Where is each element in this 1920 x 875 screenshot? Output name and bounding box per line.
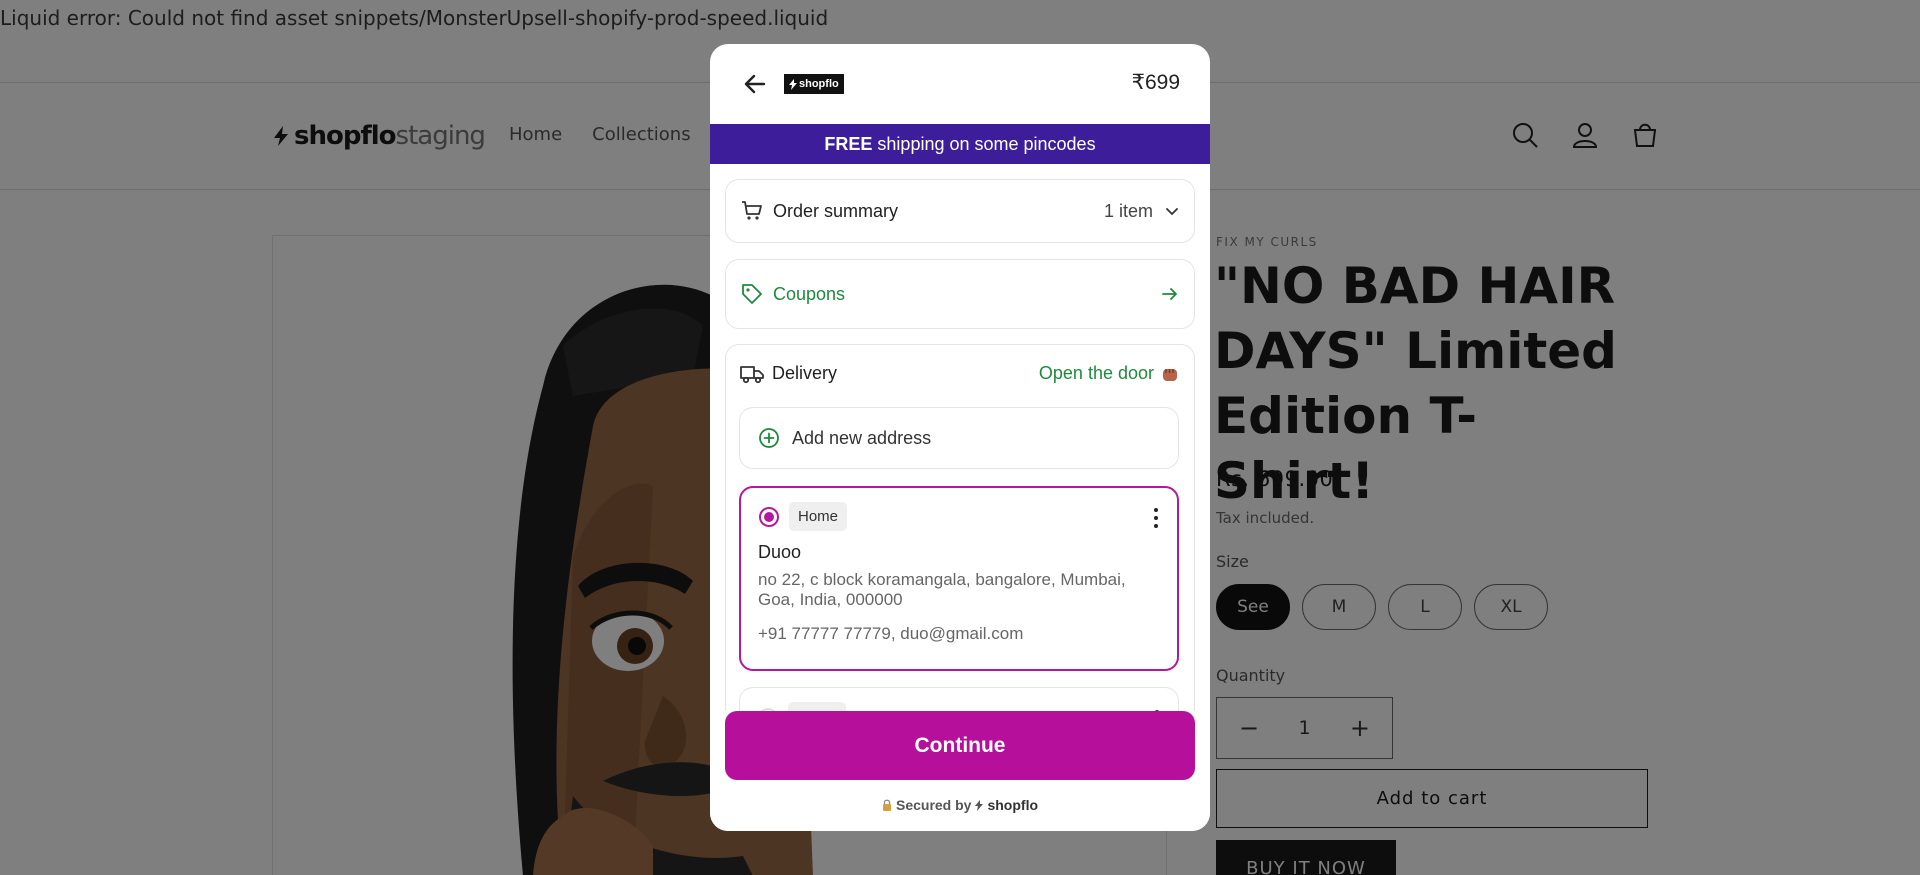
address-contact: +91 77777 77779, duo@gmail.com (758, 624, 1024, 643)
order-summary-label: Order summary (773, 200, 899, 221)
secured-by: Secured by shopflo (710, 797, 1210, 813)
delivery-tagline: Open the door (1039, 363, 1180, 384)
delivery-tagline-text: Open the door (1038, 363, 1154, 383)
order-summary-toggle[interactable]: Order summary 1 item (725, 179, 1195, 243)
address-tag: Home (789, 502, 848, 531)
continue-button[interactable]: Continue (725, 711, 1195, 780)
secured-by-text: Secured by (895, 797, 972, 813)
secured-by-brand: shopflo (987, 797, 1039, 813)
knock-fist-icon (1163, 368, 1177, 381)
lightning-icon (789, 78, 797, 90)
delivery-label: Delivery (772, 363, 838, 383)
address-name: Duoo (758, 542, 802, 562)
address-radio-selected[interactable] (759, 506, 779, 527)
checkout-logo-text: shopflo (799, 78, 839, 90)
address-card-top: Home (759, 502, 848, 531)
coupons-row[interactable]: Coupons (725, 259, 1195, 329)
back-button[interactable] (740, 69, 770, 99)
add-new-address-button[interactable]: Add new address (739, 407, 1179, 469)
chevron-down-icon (1166, 208, 1178, 216)
address-text: no 22, c block koramangala, bangalore, M… (758, 570, 1126, 609)
lightning-icon (975, 799, 984, 811)
checkout-footer: Continue Secured by shopflo (710, 711, 1210, 831)
delivery-header: Delivery Open the door (740, 363, 1180, 384)
checkout-logo: shopflo (784, 74, 844, 94)
shipping-banner: FREE shipping on some pincodes (710, 124, 1210, 164)
order-total: ₹699 (1131, 71, 1180, 94)
lock-icon (882, 799, 891, 811)
arrow-left-icon (744, 74, 766, 94)
cart-icon (742, 201, 762, 220)
address-card-selected[interactable]: Home Duoo no 22, c block koramangala, ba… (739, 486, 1179, 671)
arrow-right-icon (1162, 288, 1177, 300)
plus-circle-icon (759, 428, 779, 448)
checkout-header: shopflo ₹699 (710, 44, 1210, 124)
more-options-icon[interactable] (1151, 508, 1161, 528)
order-item-count: 1 item (1103, 200, 1153, 221)
tag-icon (742, 284, 762, 304)
coupons-label: Coupons (773, 283, 846, 304)
truck-icon (740, 365, 764, 383)
add-new-address-label: Add new address (792, 427, 932, 448)
shipping-banner-bold: FREE (824, 133, 873, 154)
checkout-modal: shopflo ₹699 FREE shipping on some pinco… (710, 44, 1210, 831)
shipping-banner-text: shipping on some pincodes (877, 133, 1096, 154)
